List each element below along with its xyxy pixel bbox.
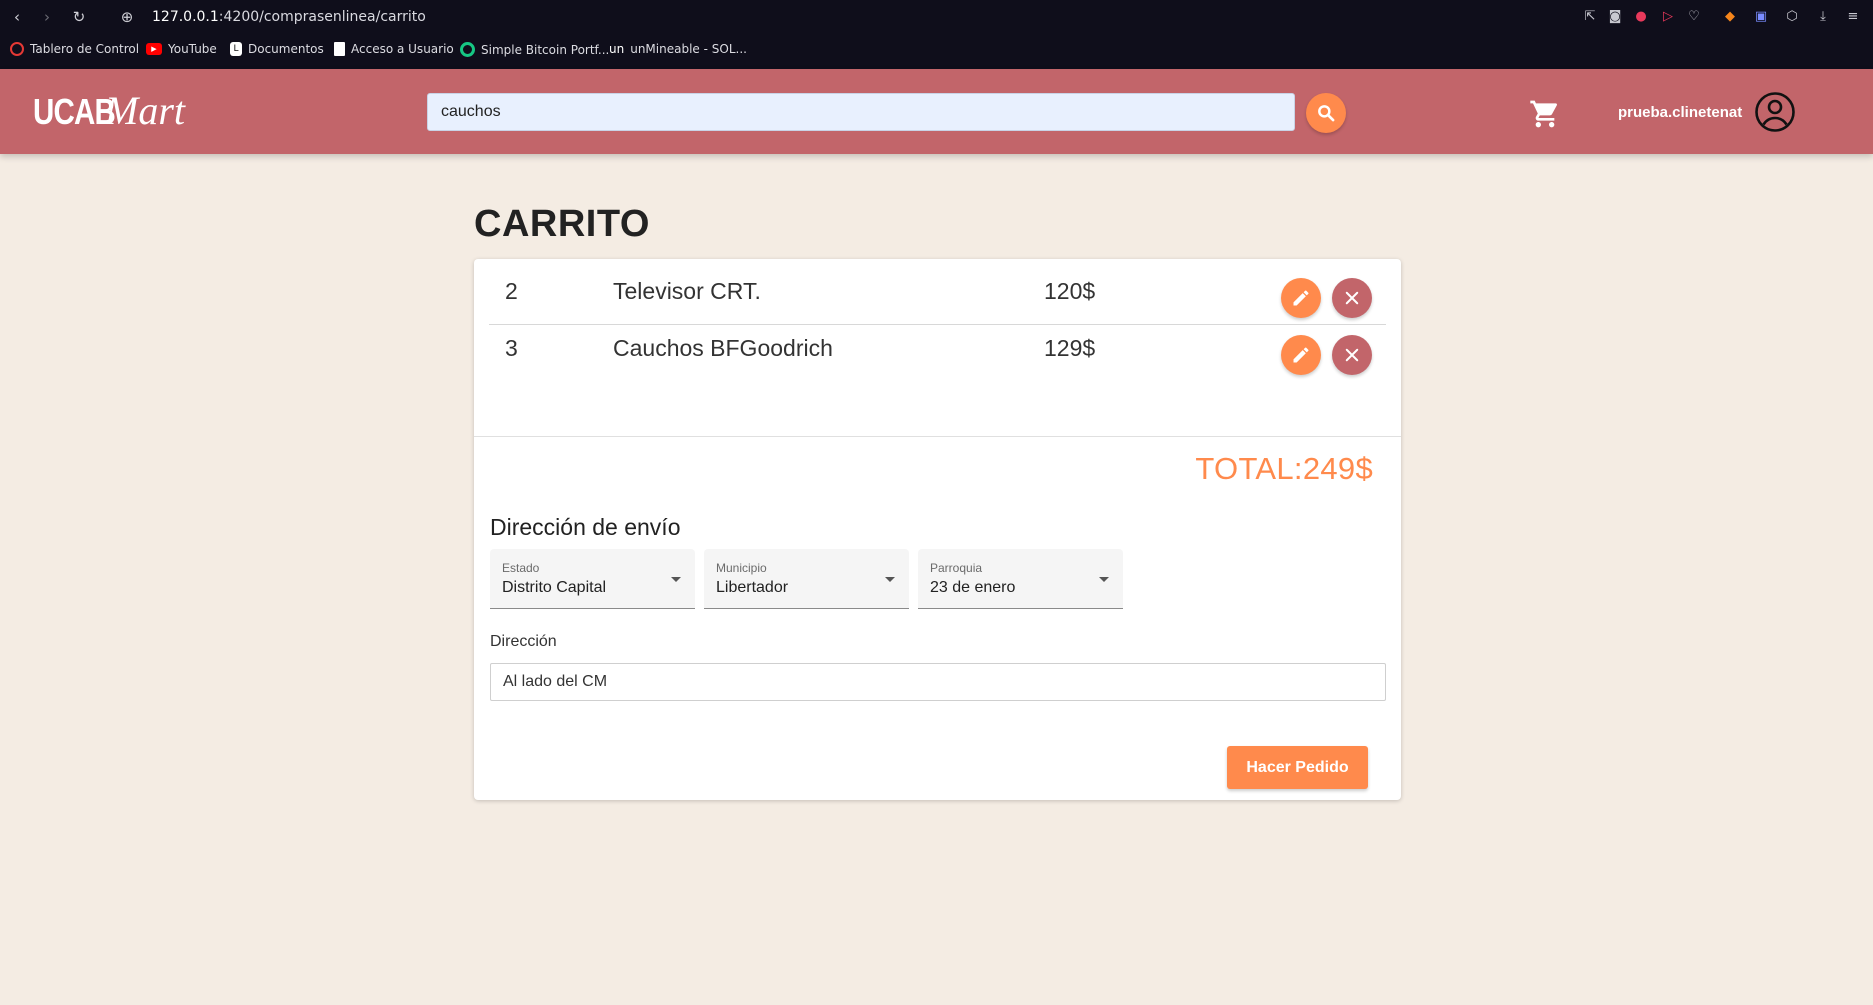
edit-item-button[interactable]: [1281, 278, 1321, 318]
account-circle-icon: [1755, 92, 1795, 132]
cursor-extension-icon[interactable]: ▣: [1753, 9, 1769, 25]
site-info-icon[interactable]: ⊕: [118, 8, 136, 26]
url-path: :4200/comprasenlinea/carrito: [218, 9, 426, 25]
cart-card: 2 Televisor CRT. 120$ 3 Cauchos BFGoodri…: [474, 259, 1401, 800]
youtube-icon: ▶: [146, 43, 162, 55]
select-label: Estado: [502, 561, 540, 575]
divider: [474, 436, 1401, 437]
document-icon: L: [230, 42, 242, 56]
share-icon[interactable]: ⇱: [1582, 9, 1598, 25]
forward-icon[interactable]: ›: [38, 8, 56, 26]
search-button[interactable]: [1306, 93, 1346, 133]
estado-select[interactable]: Estado Distrito Capital: [490, 549, 695, 609]
address-bar-row: ‹ › ↻ ⊕ 127.0.0.1:4200/comprasenlinea/ca…: [0, 0, 1873, 35]
dropdown-arrow-icon: [1099, 577, 1109, 582]
item-price: 120$: [1044, 278, 1096, 304]
item-name: Cauchos BFGoodrich: [613, 335, 833, 361]
username-label[interactable]: prueba.clinetenat: [1618, 104, 1742, 121]
bookmark-item[interactable]: Tablero de Control: [10, 42, 139, 56]
bookmark-label: YouTube: [168, 42, 217, 56]
menu-icon[interactable]: ≡: [1845, 9, 1861, 25]
shield-icon[interactable]: ●: [1633, 9, 1649, 25]
select-label: Parroquia: [930, 561, 983, 575]
address-bar[interactable]: 127.0.0.1:4200/comprasenlinea/carrito: [152, 9, 426, 25]
shopping-cart-icon: [1530, 100, 1558, 128]
heart-icon[interactable]: ♡: [1686, 9, 1702, 25]
pencil-icon: [1293, 290, 1309, 306]
bookmark-item[interactable]: L Documentos: [230, 42, 324, 56]
logo-text-mart: Mart: [105, 88, 185, 133]
close-icon: [1345, 291, 1359, 305]
camera-icon[interactable]: ◙: [1607, 9, 1623, 25]
app-header: UCAB Mart cauchos prueba.clinetenat: [0, 69, 1873, 154]
browser-chrome: ‹ › ↻ ⊕ 127.0.0.1:4200/comprasenlinea/ca…: [0, 0, 1873, 69]
close-icon: [1345, 348, 1359, 362]
dashboard-icon: [10, 42, 24, 56]
cart-item-row: 3 Cauchos BFGoodrich 129$: [489, 325, 1386, 382]
search-icon: [1318, 105, 1335, 122]
file-icon: [334, 42, 345, 56]
unmineable-icon: un: [609, 42, 625, 56]
remove-item-button[interactable]: [1332, 278, 1372, 318]
item-price: 129$: [1044, 335, 1096, 361]
bookmark-label: Simple Bitcoin Portf...: [481, 42, 610, 57]
cart-button[interactable]: [1528, 97, 1562, 131]
item-quantity: 3: [505, 335, 518, 361]
remove-item-button[interactable]: [1332, 335, 1372, 375]
item-quantity: 2: [505, 278, 518, 304]
dropdown-arrow-icon: [671, 577, 681, 582]
bookmark-item[interactable]: Simple Bitcoin Portf...: [460, 42, 609, 57]
item-name: Televisor CRT.: [613, 278, 761, 304]
select-label: Municipio: [716, 561, 767, 575]
metamask-icon[interactable]: ◆: [1722, 9, 1738, 25]
municipio-select[interactable]: Municipio Libertador: [704, 549, 909, 609]
box-icon[interactable]: ⬡: [1784, 9, 1800, 25]
search-input[interactable]: cauchos: [427, 93, 1295, 131]
address-label: Dirección: [490, 633, 557, 650]
ucabmart-logo[interactable]: UCAB Mart: [33, 87, 185, 134]
select-value: 23 de enero: [930, 579, 1016, 596]
cart-item-row: 2 Televisor CRT. 120$: [489, 268, 1386, 325]
download-icon[interactable]: ⤓: [1815, 9, 1831, 25]
edit-item-button[interactable]: [1281, 335, 1321, 375]
page-title: CARRITO: [474, 203, 650, 245]
shipping-section-title: Dirección de envío: [490, 514, 681, 540]
send-icon[interactable]: ▷: [1660, 9, 1676, 25]
bookmark-label: Acceso a Usuario: [351, 42, 454, 56]
bookmark-item[interactable]: ▶ YouTube: [146, 42, 217, 56]
dropdown-arrow-icon: [885, 577, 895, 582]
cart-total: TOTAL:249$: [1195, 451, 1373, 486]
select-value: Libertador: [716, 579, 789, 596]
bitcoin-icon: [460, 42, 475, 57]
pencil-icon: [1293, 347, 1309, 363]
bookmark-label: unMineable - SOL...: [630, 42, 747, 56]
bookmark-item[interactable]: Acceso a Usuario: [334, 42, 454, 56]
account-button[interactable]: [1754, 91, 1796, 133]
bookmark-label: Tablero de Control: [30, 42, 140, 56]
bookmark-label: Documentos: [248, 42, 324, 56]
address-input[interactable]: Al lado del CM: [490, 663, 1386, 701]
back-icon[interactable]: ‹: [8, 8, 26, 26]
reload-icon[interactable]: ↻: [70, 8, 88, 26]
bookmark-item[interactable]: un unMineable - SOL...: [609, 42, 747, 56]
url-host: 127.0.0.1: [152, 9, 219, 25]
select-value: Distrito Capital: [502, 579, 607, 596]
place-order-button[interactable]: Hacer Pedido: [1227, 746, 1368, 789]
bookmarks-bar: Tablero de Control ▶ YouTube L Documento…: [0, 38, 1873, 64]
parroquia-select[interactable]: Parroquia 23 de enero: [918, 549, 1123, 609]
logo-text-ucab: UCAB: [33, 91, 116, 132]
